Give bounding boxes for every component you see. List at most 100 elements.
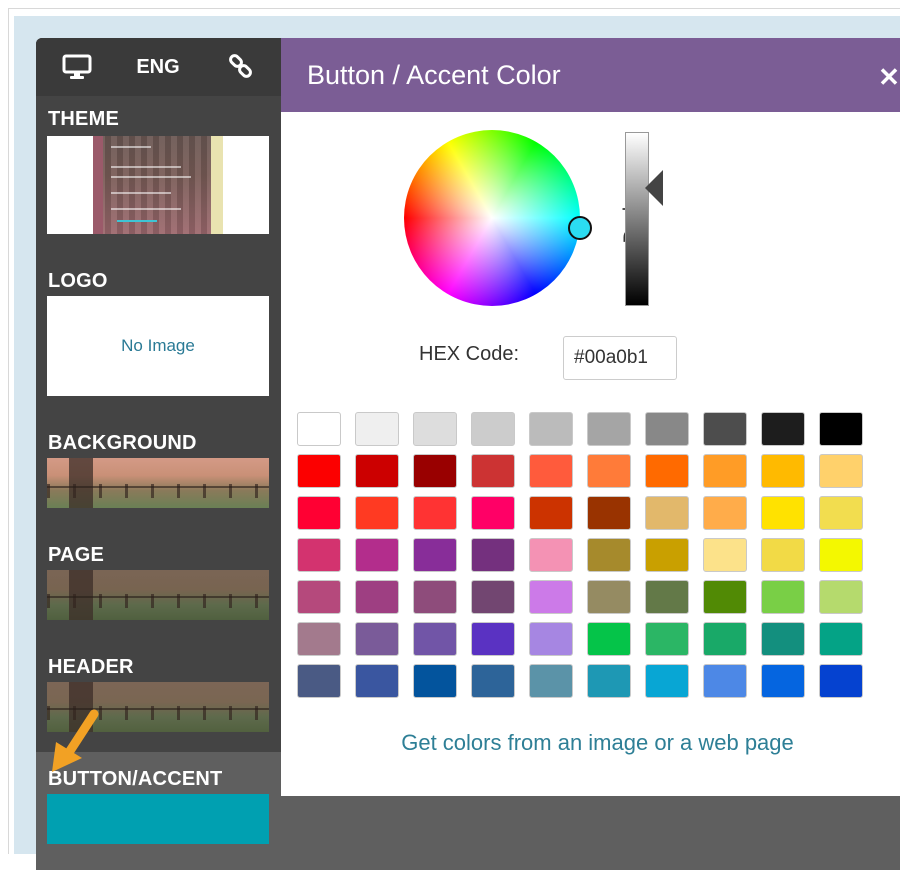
color-swatch[interactable] [587,496,631,530]
hex-code-label: HEX Code: [419,343,520,365]
color-wheel-handle[interactable] [568,216,592,240]
panel-header: Button / Accent Color ✕ [281,38,900,112]
color-swatch[interactable] [297,496,341,530]
share-link-button[interactable] [224,52,258,82]
color-swatch[interactable] [297,454,341,488]
color-swatch[interactable] [355,538,399,572]
close-button[interactable]: ✕ [876,64,900,90]
color-swatch[interactable] [355,622,399,656]
color-swatch[interactable] [413,412,457,446]
theme-thumbnail[interactable] [47,136,269,234]
theme-preview-line [111,166,181,168]
color-swatch[interactable] [413,580,457,614]
color-swatch[interactable] [645,622,689,656]
color-swatch[interactable] [471,622,515,656]
color-swatch[interactable] [471,496,515,530]
logo-thumbnail[interactable]: No Image [47,296,269,396]
color-picker-panel: Button / Accent Color ✕ Darkness HEX Cod… [281,38,900,796]
color-swatch[interactable] [761,538,805,572]
color-swatch[interactable] [761,412,805,446]
color-swatch[interactable] [297,664,341,698]
theme-preview-accent [117,220,157,222]
color-swatch-grid [297,412,877,702]
frame-border [8,8,900,9]
language-button[interactable]: ENG [128,52,188,82]
color-swatch[interactable] [761,664,805,698]
color-swatch[interactable] [529,412,573,446]
color-swatch[interactable] [471,454,515,488]
color-swatch[interactable] [355,412,399,446]
color-swatch[interactable] [645,412,689,446]
color-swatch[interactable] [413,454,457,488]
hex-code-input[interactable] [563,336,677,380]
color-swatch[interactable] [587,412,631,446]
color-swatch[interactable] [529,496,573,530]
get-colors-link[interactable]: Get colors from an image or a web page [281,730,900,756]
color-swatch[interactable] [413,622,457,656]
color-swatch[interactable] [645,496,689,530]
color-swatch[interactable] [587,538,631,572]
color-swatch[interactable] [297,538,341,572]
color-swatch[interactable] [413,496,457,530]
color-swatch[interactable] [355,664,399,698]
color-swatch[interactable] [703,664,747,698]
logo-placeholder-text: No Image [121,336,195,355]
color-swatch[interactable] [413,664,457,698]
color-swatch[interactable] [645,454,689,488]
color-swatch[interactable] [703,580,747,614]
color-swatch[interactable] [703,538,747,572]
color-swatch[interactable] [471,412,515,446]
theme-preview-line [111,176,191,178]
color-swatch[interactable] [587,622,631,656]
color-swatch[interactable] [587,580,631,614]
theme-preview-line [111,208,181,210]
color-swatch[interactable] [529,454,573,488]
desktop-preview-button[interactable] [60,52,94,82]
color-swatch[interactable] [297,412,341,446]
color-swatch[interactable] [819,412,863,446]
color-swatch[interactable] [355,580,399,614]
color-swatch[interactable] [761,496,805,530]
button-accent-swatch[interactable] [47,794,269,844]
darkness-slider-handle[interactable] [645,170,663,206]
color-swatch[interactable] [587,664,631,698]
color-swatch[interactable] [819,580,863,614]
page-thumbnail[interactable] [47,570,269,620]
color-swatch[interactable] [761,622,805,656]
color-swatch[interactable] [471,580,515,614]
color-wheel[interactable] [404,130,580,306]
color-swatch[interactable] [819,622,863,656]
color-swatch[interactable] [529,538,573,572]
color-swatch[interactable] [645,538,689,572]
color-swatch[interactable] [297,622,341,656]
color-swatch[interactable] [645,664,689,698]
theme-preview-edge [93,136,103,234]
color-swatch[interactable] [413,538,457,572]
page-label: PAGE [48,544,104,566]
color-swatch[interactable] [703,622,747,656]
color-swatch[interactable] [819,454,863,488]
color-swatch[interactable] [529,622,573,656]
color-swatch[interactable] [587,454,631,488]
color-swatch[interactable] [761,454,805,488]
color-swatch[interactable] [761,580,805,614]
color-swatch[interactable] [471,664,515,698]
color-swatch[interactable] [645,580,689,614]
color-swatch[interactable] [471,538,515,572]
color-swatch[interactable] [355,496,399,530]
color-swatch[interactable] [703,454,747,488]
color-swatch[interactable] [819,496,863,530]
close-x-icon: ✕ [878,62,900,92]
color-swatch[interactable] [529,664,573,698]
color-swatch[interactable] [819,664,863,698]
thumbnail-fence-rail [47,486,269,488]
background-thumbnail[interactable] [47,458,269,508]
color-swatch[interactable] [819,538,863,572]
color-swatch[interactable] [355,454,399,488]
color-swatch[interactable] [297,580,341,614]
color-swatch[interactable] [703,412,747,446]
darkness-slider[interactable] [625,132,649,306]
panel-footer [281,796,900,870]
color-swatch[interactable] [703,496,747,530]
color-swatch[interactable] [529,580,573,614]
